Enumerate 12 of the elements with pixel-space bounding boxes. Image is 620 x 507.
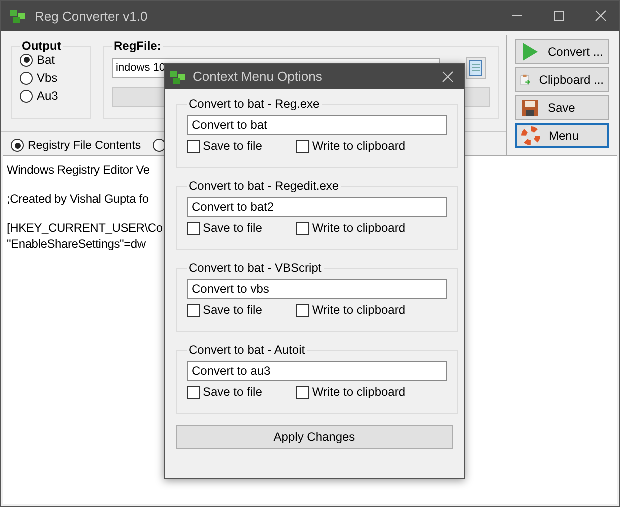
text-line: ;Created by Vishal Gupta fo xyxy=(7,191,149,207)
group-title: RegFile: xyxy=(113,39,162,53)
group-title: Convert to bat - Autoit xyxy=(188,343,306,357)
text-line: Windows Registry Editor Ve xyxy=(7,162,150,178)
text-line: [HKEY_CURRENT_USER\Co xyxy=(7,220,163,236)
window-title: Reg Converter v1.0 xyxy=(35,8,148,24)
dialog-title: Context Menu Options xyxy=(193,69,322,84)
group-title: Output xyxy=(21,39,62,53)
group-title: Convert to bat - Reg.exe xyxy=(188,97,321,111)
group-title: Convert to bat - VBScript xyxy=(188,261,323,275)
group-title: Convert to bat - Regedit.exe xyxy=(188,179,340,193)
text-line: "EnableShareSettings"=dw xyxy=(7,236,146,252)
